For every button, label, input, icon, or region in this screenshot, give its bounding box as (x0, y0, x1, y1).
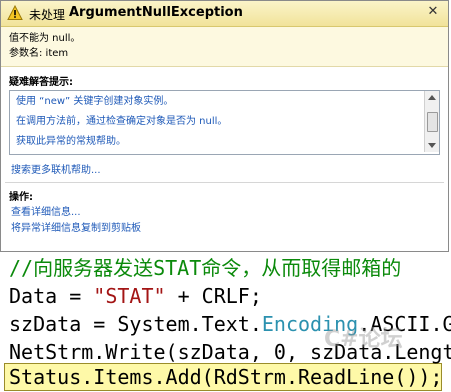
message-line: 参数名: item (9, 48, 69, 59)
close-icon[interactable]: ✕ (426, 5, 440, 19)
actions-section: 操作: 查看详细信息... 将异常详细信息复制到剪贴板 (1, 183, 448, 237)
scroll-down-icon[interactable] (428, 143, 436, 148)
watermark-logo: C#论坛 (324, 327, 403, 352)
exception-message: 值不能为 null。 参数名: item (1, 27, 448, 67)
string-literal: "STAT" (93, 284, 166, 308)
troubleshooting-section: 疑难解答提示: 使用 “new” 关键字创建对象实例。 在调用方法前，通过检查确… (1, 67, 448, 182)
scroll-up-icon[interactable] (428, 95, 436, 100)
troubleshooting-heading: 疑难解答提示: (9, 77, 73, 88)
exception-assistant-popup: 未处理 ArgumentNullException ✕ 值不能为 null。 参… (0, 0, 449, 252)
message-line: 值不能为 null。 (9, 33, 81, 44)
code-line-comment: //向服务器发送STAT命令，从而取得邮箱的 (9, 256, 402, 280)
scroll-thumb[interactable] (427, 112, 438, 132)
view-details-link[interactable]: 查看详细信息... (7, 205, 442, 221)
title-prefix: 未处理 (29, 8, 66, 22)
copy-details-link[interactable]: 将异常详细信息复制到剪贴板 (7, 221, 442, 237)
actions-heading: 操作: (9, 192, 33, 203)
tip-link[interactable]: 在调用方法前，通过检查确定对象是否为 null。 (10, 112, 439, 132)
more-online-help-link[interactable]: 搜索更多联机帮助... (7, 155, 442, 182)
code-token: szData = System.Text. (9, 312, 262, 336)
code-token: Data = (9, 284, 94, 308)
warning-icon (7, 5, 23, 20)
exception-title: ArgumentNullException (69, 5, 243, 20)
tip-link[interactable]: 获取此异常的常规帮助。 (10, 132, 439, 151)
tip-link[interactable]: 使用 “new” 关键字创建对象实例。 (10, 91, 439, 112)
code-line-current: Status.Items.Add(RdStrm.ReadLine()); (9, 365, 443, 389)
troubleshooting-tips-list: 使用 “new” 关键字创建对象实例。 在调用方法前，通过检查确定对象是否为 n… (9, 90, 440, 155)
code-token: + CRLF; (165, 284, 262, 308)
tips-scrollbar[interactable] (424, 91, 439, 152)
code-line: Data = "STAT" + CRLF; (9, 283, 262, 310)
popup-title-bar: 未处理 ArgumentNullException ✕ (1, 1, 448, 27)
